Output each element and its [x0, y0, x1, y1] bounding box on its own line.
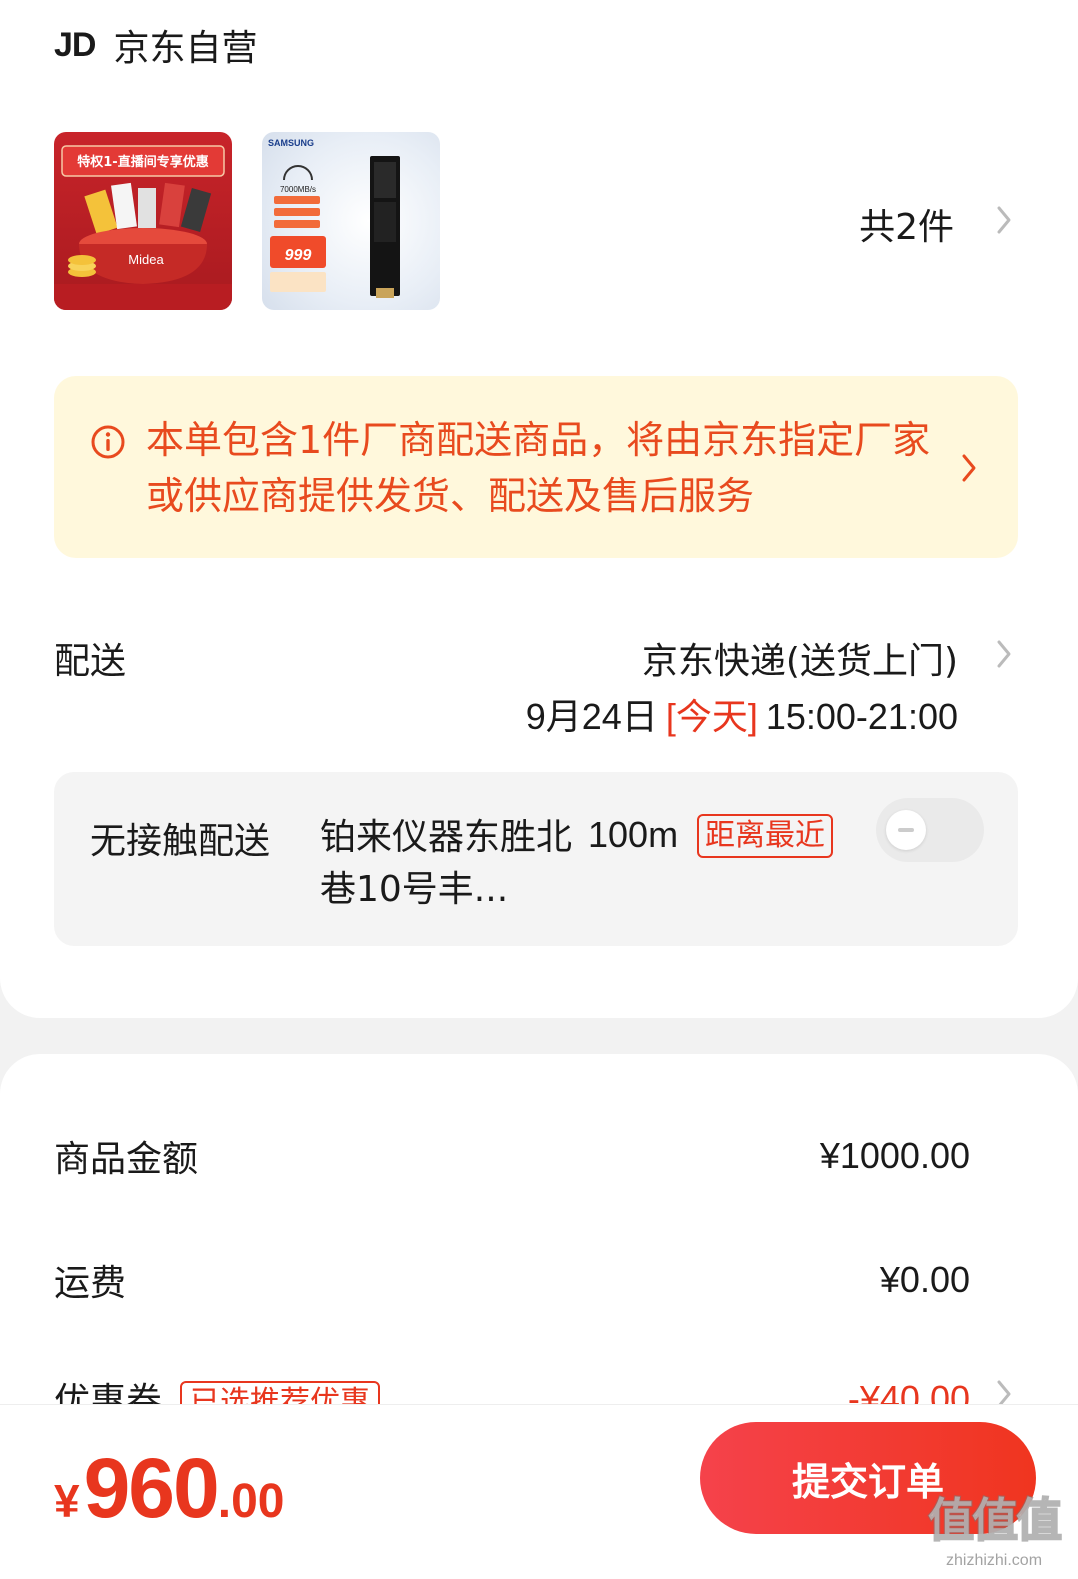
chevron-right-icon [962, 454, 976, 482]
goods-amount-label: 商品金额 [54, 1139, 199, 1180]
item-count[interactable]: 共2件 [859, 198, 954, 250]
order-total: ¥ 960 .00 [54, 1440, 284, 1537]
product-thumbnail-midea[interactable]: 特权1-直播间专享优惠 Midea [54, 132, 232, 310]
contactless-toggle[interactable] [876, 798, 984, 862]
site-watermark: 值值值 zhizhizhi.com [924, 1484, 1064, 1574]
midea-gift-image: 特权1-直播间专享优惠 Midea [54, 145, 232, 310]
watermark-url: zhizhizhi.com [945, 1552, 1043, 1569]
delivery-label: 配送 [54, 641, 127, 682]
contactless-delivery-panel: 无接触配送 铂来仪器东胜北巷10号丰... 100m 距离最近 [54, 772, 1018, 946]
toggle-knob [886, 810, 926, 850]
delivery-date: 9月24日 [525, 696, 658, 737]
nearest-badge: 距离最近 [697, 814, 833, 858]
thumb2-brand: SAMSUNG [268, 138, 314, 148]
order-card: JD 京东自营 特权1-直播间专享优惠 Midea SAMSUNG 7000MB… [0, 0, 1078, 1018]
pickup-distance: 100m [588, 814, 679, 855]
delivery-method[interactable]: 京东快递(送货上门) [642, 632, 958, 684]
vendor-delivery-notice[interactable]: 本单包含1件厂商配送商品，将由京东指定厂家或供应商提供发货、配送及售后服务 [54, 376, 1018, 558]
info-icon [91, 425, 125, 459]
shipping-row: 运费 ¥0.00 [54, 1254, 970, 1306]
delivery-today-tag: [今天] [665, 696, 758, 737]
total-decimal: .00 [217, 1475, 285, 1528]
thumb2-price: 999 [285, 247, 312, 264]
product-thumbnail-samsung-ssd[interactable]: SAMSUNG 7000MB/s 999 [262, 132, 440, 310]
store-name: 京东自营 [113, 28, 258, 69]
shipping-value: ¥0.00 [879, 1259, 970, 1300]
store-header: JD 京东自营 [54, 20, 257, 70]
total-integer: 960 [83, 1441, 220, 1535]
delivery-window: 15:00-21:00 [765, 696, 958, 737]
thumb1-banner: 特权1-直播间专享优惠 [77, 154, 208, 170]
pickup-address: 铂来仪器东胜北巷10号丰... [320, 817, 573, 910]
goods-amount-value: ¥1000.00 [819, 1135, 970, 1176]
watermark-logo: 值值值 [927, 1492, 1063, 1548]
contactless-label: 无接触配送 [90, 821, 271, 862]
thumb1-brand: Midea [128, 252, 164, 267]
jd-logo: JD [54, 25, 96, 64]
chevron-right-icon[interactable] [994, 204, 1014, 236]
shipping-label: 运费 [54, 1263, 127, 1304]
delivery-time[interactable]: 9月24日 [今天] 15:00-21:00 [526, 688, 958, 740]
notice-text: 本单包含1件厂商配送商品，将由京东指定厂家或供应商提供发货、配送及售后服务 [146, 418, 931, 518]
chevron-right-icon[interactable] [994, 638, 1014, 670]
total-currency: ¥ [54, 1475, 80, 1527]
thumb2-speed: 7000MB/s [280, 185, 316, 194]
samsung-ssd-image: SAMSUNG 7000MB/s 999 [268, 138, 400, 298]
goods-amount-row: 商品金额 ¥1000.00 [54, 1130, 970, 1182]
